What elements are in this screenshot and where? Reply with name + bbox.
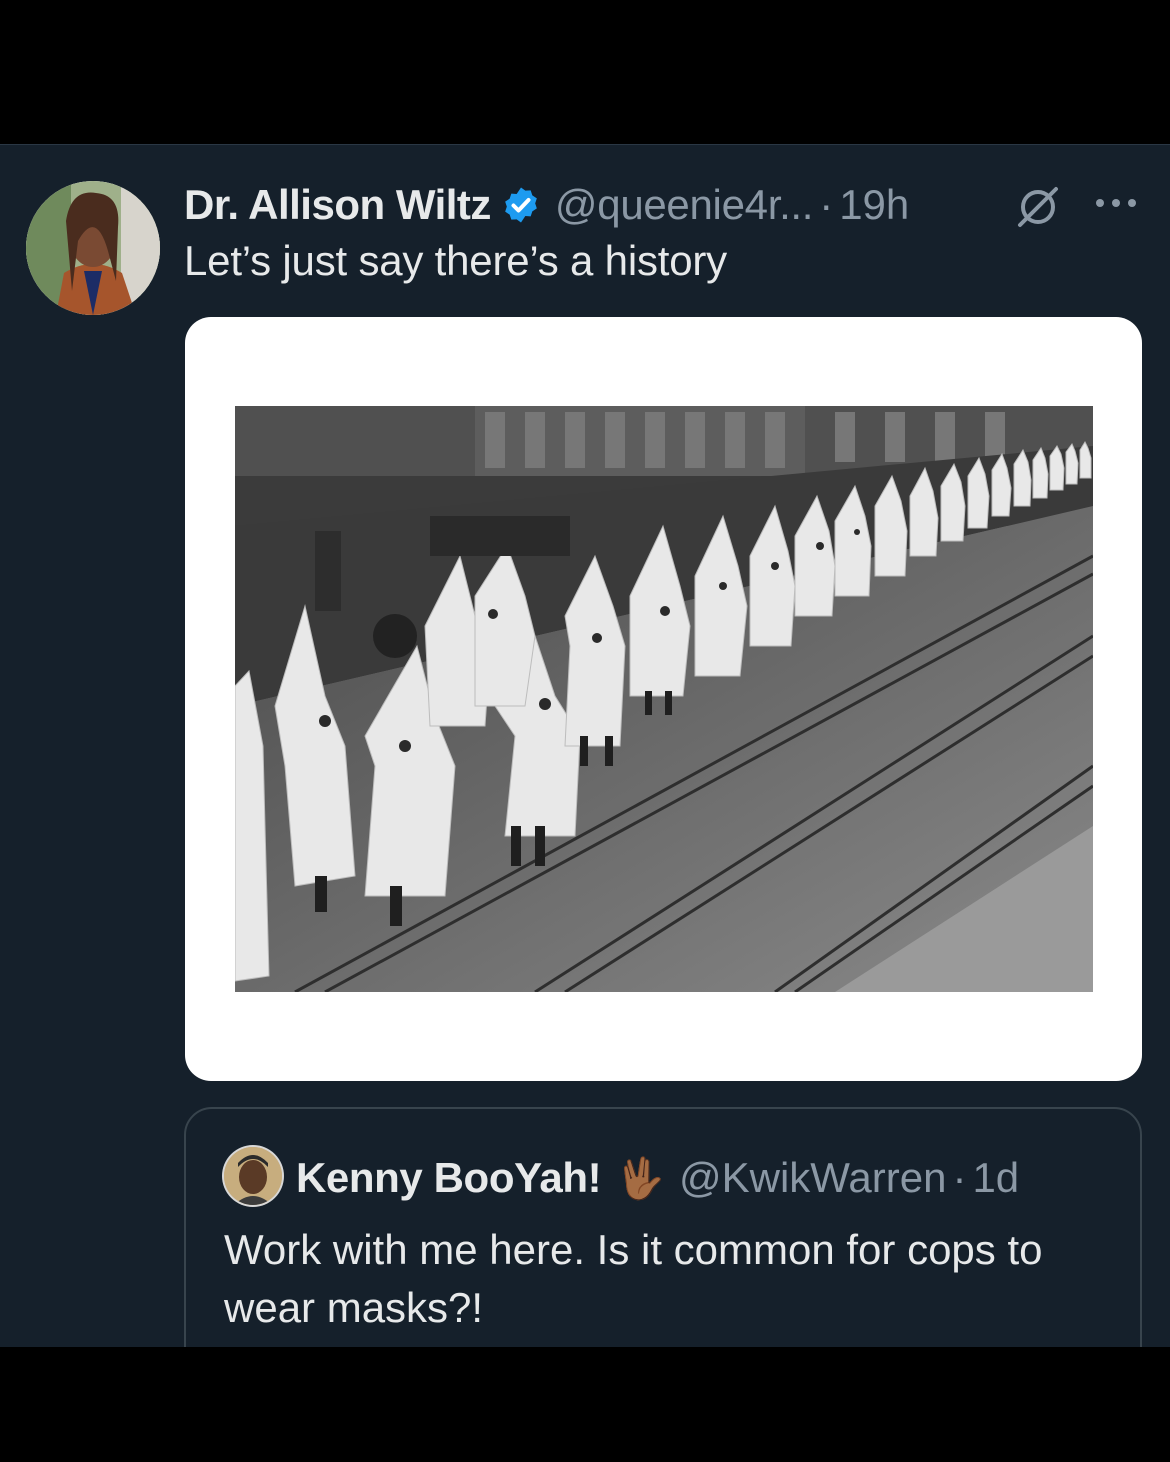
quoted-separator-dot: · (952, 1154, 967, 1201)
grok-icon[interactable] (1014, 183, 1062, 231)
avatar-image (26, 181, 160, 315)
tweet-media-card[interactable] (185, 317, 1142, 1081)
author-handle[interactable]: @queenie4r... (555, 181, 814, 229)
quoted-author-avatar[interactable] (224, 1147, 282, 1205)
vulcan-salute-emoji: 🖖🏾 (615, 1156, 665, 1201)
quoted-author-handle[interactable]: @KwikWarren (679, 1154, 946, 1202)
tweet-frame: Dr. Allison Wiltz @queenie4r... · 19h Le… (0, 144, 1170, 1347)
author-name[interactable]: Dr. Allison Wiltz (184, 181, 491, 229)
quoted-tweet-text: Work with me here. Is it common for cops… (224, 1226, 1043, 1331)
historical-photo (235, 406, 1093, 992)
separator-dot: · (819, 181, 834, 228)
quoted-tweet-time[interactable]: 1d (972, 1154, 1019, 1202)
photo-illustration (235, 406, 1093, 992)
tweet-header: Dr. Allison Wiltz @queenie4r... · 19h (184, 175, 1024, 235)
quoted-author-name[interactable]: Kenny BooYah! (296, 1154, 602, 1202)
quoted-avatar-image (224, 1147, 282, 1205)
tweet-text: Let’s just say there’s a history (184, 237, 727, 284)
more-options-icon[interactable] (1094, 193, 1138, 213)
verified-badge-icon (505, 187, 537, 223)
author-avatar[interactable] (26, 181, 160, 315)
quoted-tweet-card[interactable]: Kenny BooYah! 🖖🏾 @KwikWarren · 1d Work w… (184, 1107, 1142, 1347)
quoted-tweet-header: Kenny BooYah! 🖖🏾 @KwikWarren · 1d (296, 1147, 1019, 1209)
tweet-time[interactable]: 19h (839, 181, 909, 229)
